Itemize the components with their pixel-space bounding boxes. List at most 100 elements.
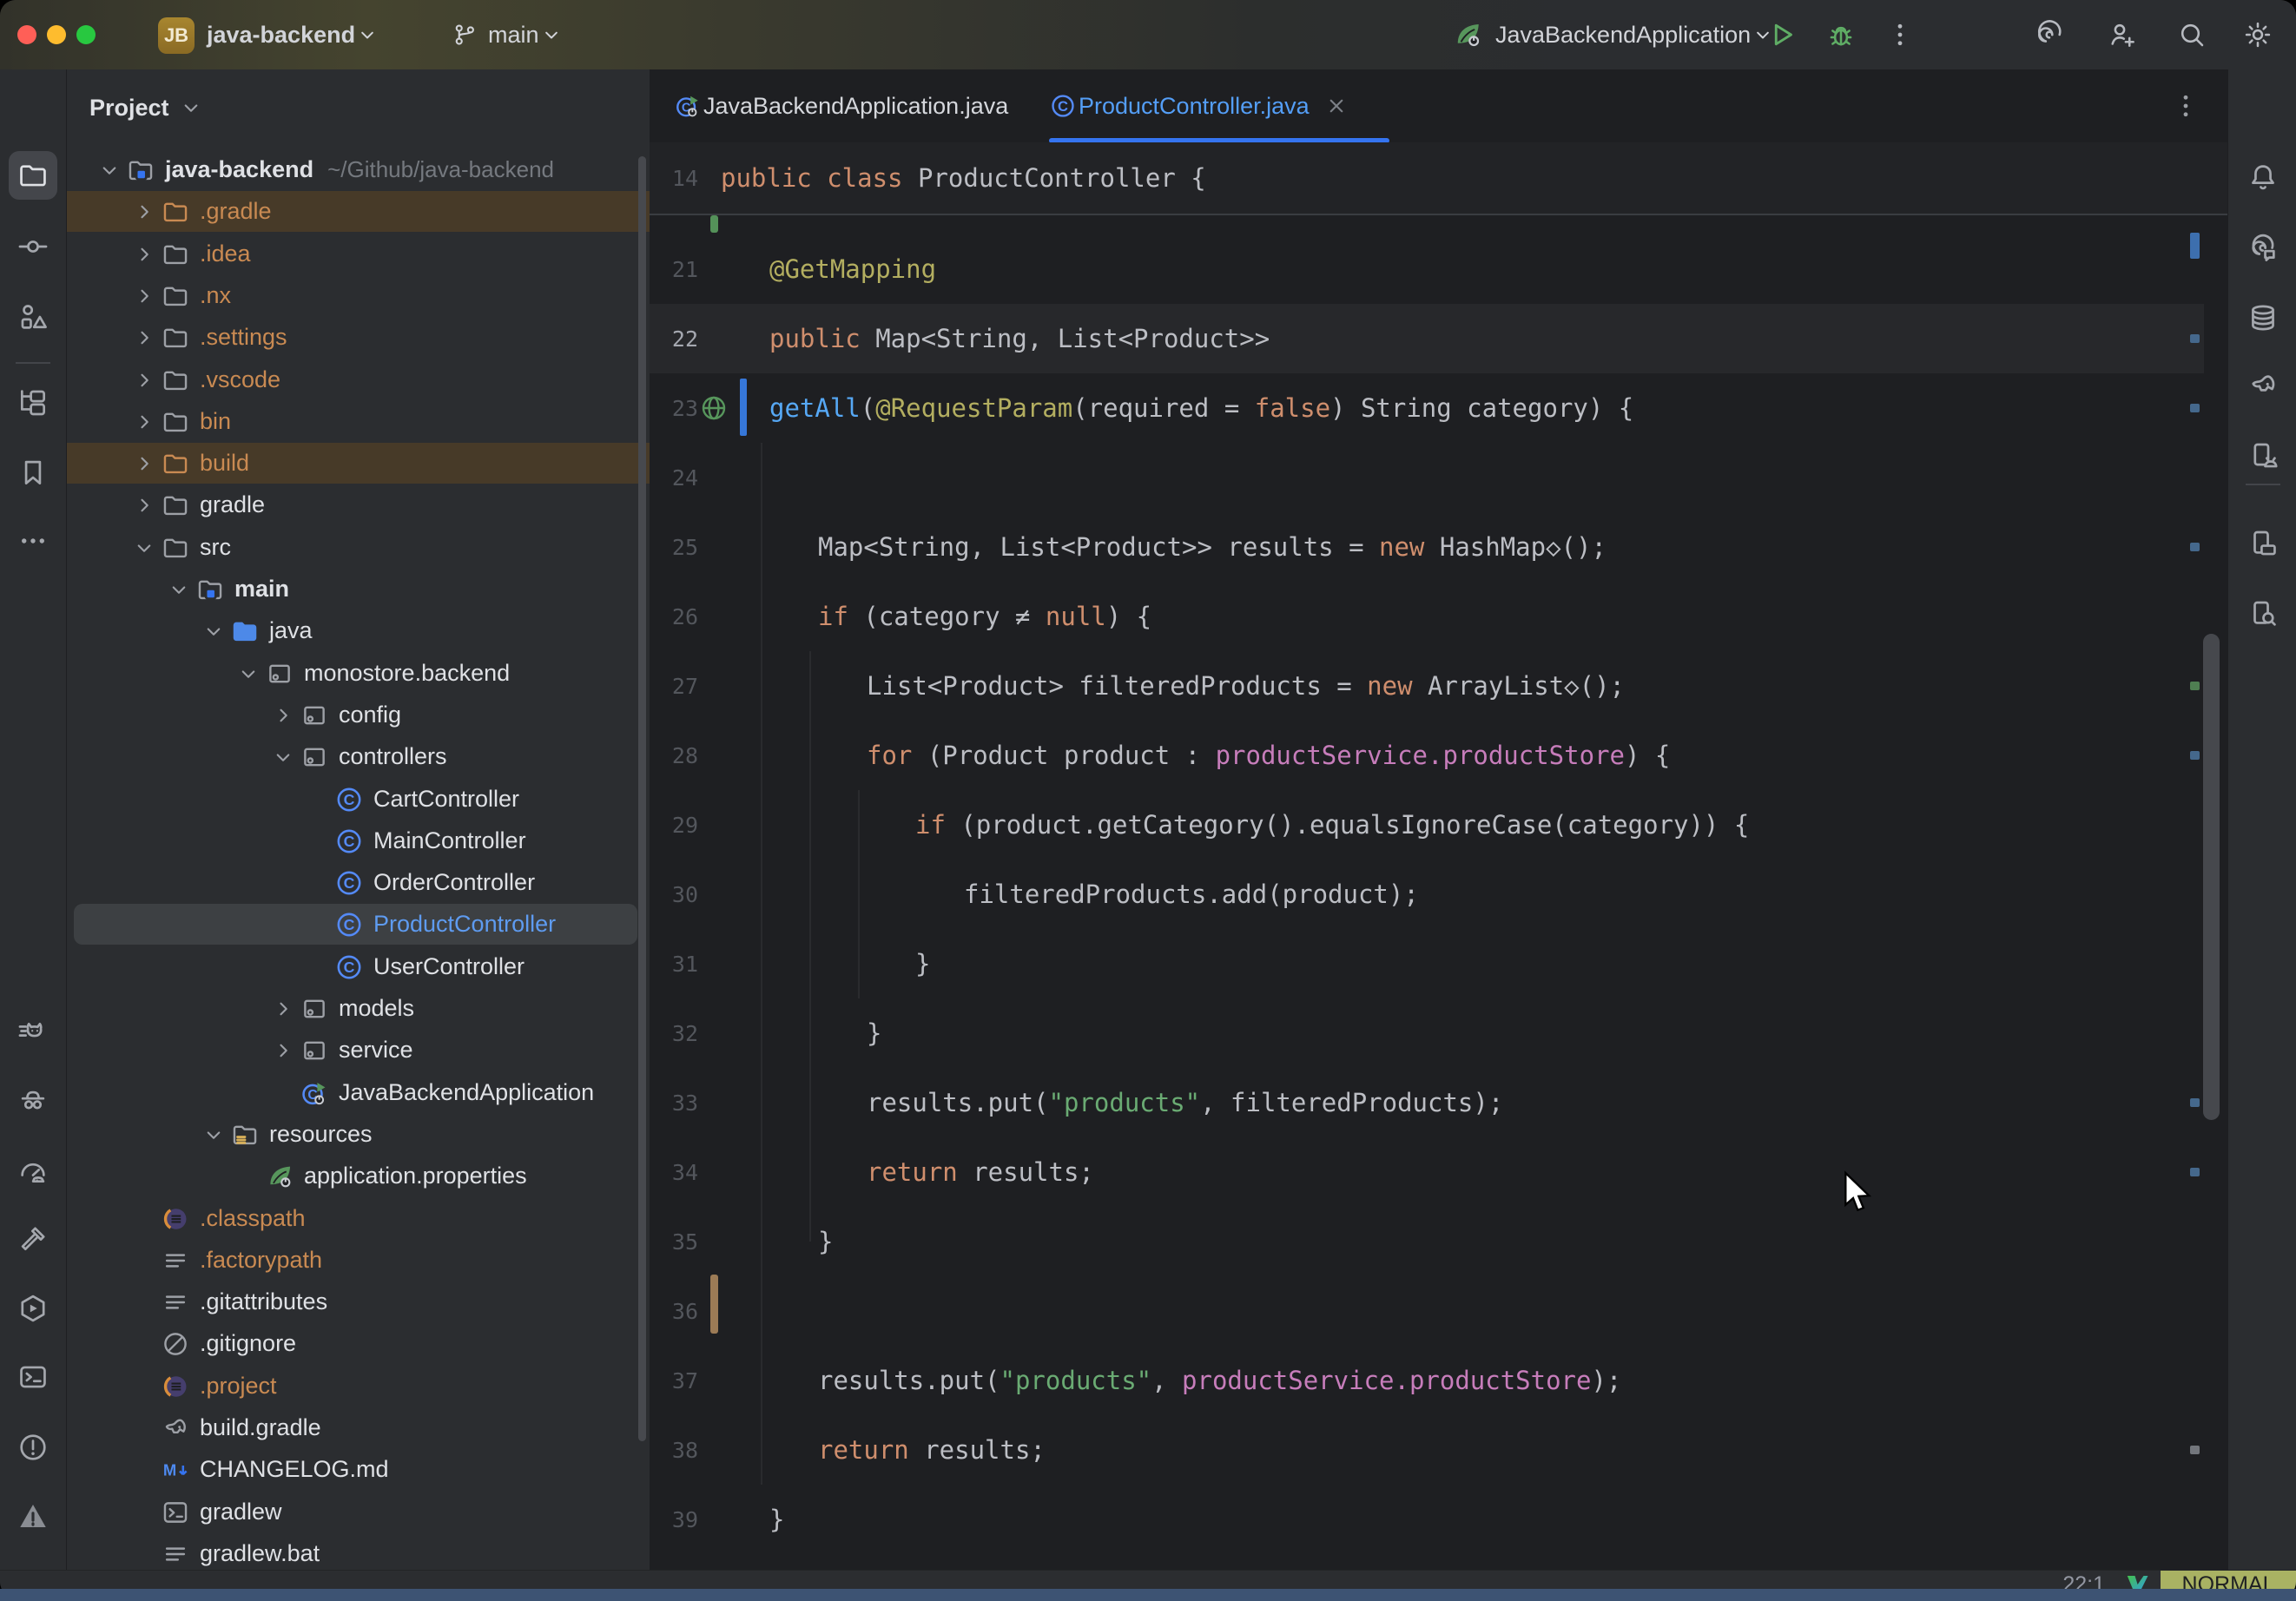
- tool-window-button-database[interactable]: [2239, 293, 2287, 342]
- tree-item[interactable]: build.gradle: [67, 1407, 650, 1448]
- tool-window-button-ai-assistant-chat[interactable]: [2239, 224, 2287, 273]
- tree-item[interactable]: .vscode: [67, 359, 650, 400]
- tree-expand-chevron[interactable]: [128, 281, 161, 311]
- rest-endpoint-icon[interactable]: [698, 392, 729, 424]
- tree-collapse-chevron[interactable]: [93, 155, 126, 185]
- tree-collapse-chevron[interactable]: [232, 659, 265, 688]
- tree-item[interactable]: src: [67, 527, 650, 568]
- project-tree-scrollbar[interactable]: [638, 156, 646, 1441]
- tree-item[interactable]: CUserController: [67, 946, 650, 987]
- tree-item[interactable]: .classpath: [67, 1198, 650, 1239]
- editor-tab[interactable]: CProductController.java: [1049, 69, 1389, 142]
- settings-gear-button[interactable]: [2242, 19, 2273, 50]
- tree-item[interactable]: .project: [67, 1366, 650, 1407]
- tree-expand-chevron[interactable]: [128, 491, 161, 520]
- tree-item[interactable]: build: [67, 443, 650, 484]
- close-window-button[interactable]: [17, 25, 36, 44]
- ai-assistant-button[interactable]: [2034, 19, 2065, 50]
- tool-window-button-structure[interactable]: [9, 293, 57, 341]
- tool-window-button-commit[interactable]: [9, 222, 57, 271]
- tree-item[interactable]: gradlew: [67, 1492, 650, 1532]
- tool-window-button-services-hexagon[interactable]: [9, 1284, 57, 1333]
- tree-item[interactable]: CProductController: [67, 904, 650, 945]
- tree-item[interactable]: resources: [67, 1114, 650, 1155]
- tree-item[interactable]: CJavaBackendApplication: [67, 1072, 650, 1113]
- tool-window-button-project-folder[interactable]: [9, 151, 57, 200]
- error-stripe-mark[interactable]: [2190, 404, 2200, 412]
- tree-item[interactable]: service: [67, 1030, 650, 1071]
- kebab-menu-button[interactable]: [1884, 19, 1916, 50]
- tree-item[interactable]: .settings: [67, 317, 650, 358]
- run-configuration-selector[interactable]: JavaBackendApplication: [1452, 0, 1775, 69]
- tree-item[interactable]: main: [67, 569, 650, 609]
- project-avatar[interactable]: JB: [158, 17, 195, 54]
- tree-item[interactable]: gradle: [67, 484, 650, 525]
- editor-scrollbar[interactable]: [2203, 634, 2220, 1120]
- zoom-window-button[interactable]: [76, 25, 96, 44]
- error-stripe-mark[interactable]: [2190, 1098, 2200, 1107]
- tool-window-button-warning-triangle[interactable]: [9, 1492, 57, 1540]
- error-stripe-mark[interactable]: [2190, 1168, 2200, 1176]
- tree-collapse-chevron[interactable]: [162, 575, 195, 604]
- error-stripe-mark[interactable]: [2190, 682, 2200, 690]
- tool-window-button-terminal[interactable]: [9, 1353, 57, 1401]
- tree-expand-chevron[interactable]: [128, 407, 161, 437]
- tree-item[interactable]: java: [67, 610, 650, 651]
- tree-expand-chevron[interactable]: [128, 366, 161, 395]
- minimize-window-button[interactable]: [47, 25, 66, 44]
- search-button[interactable]: [2176, 19, 2207, 50]
- tree-expand-chevron[interactable]: [267, 701, 300, 730]
- tool-window-button-build-hammer[interactable]: [9, 1215, 57, 1263]
- tree-item[interactable]: gradlew.bat: [67, 1533, 650, 1570]
- editor-options-kebab[interactable]: [2170, 90, 2201, 122]
- tree-item[interactable]: config: [67, 695, 650, 735]
- tool-window-button-more-ellipsis[interactable]: [9, 517, 57, 565]
- run-play-button[interactable]: [1766, 19, 1798, 50]
- error-stripe-mark[interactable]: [2190, 1446, 2200, 1454]
- tree-item[interactable]: java-backend~/Github/java-backend: [67, 149, 650, 190]
- tree-item[interactable]: CMainController: [67, 820, 650, 861]
- debug-bug-button[interactable]: [1825, 19, 1857, 50]
- tool-window-button-build-boxes[interactable]: [9, 379, 57, 427]
- tree-item[interactable]: monostore.backend: [67, 653, 650, 694]
- tree-expand-chevron[interactable]: [267, 1036, 300, 1065]
- branch-selector[interactable]: main: [452, 0, 564, 69]
- tree-expand-chevron[interactable]: [128, 323, 161, 352]
- tree-item[interactable]: application.properties: [67, 1156, 650, 1196]
- tree-item[interactable]: .idea: [67, 234, 650, 274]
- tree-item[interactable]: .nx: [67, 275, 650, 316]
- tree-collapse-chevron[interactable]: [197, 616, 230, 646]
- project-selector[interactable]: java-backend: [207, 0, 379, 69]
- tree-expand-chevron[interactable]: [128, 240, 161, 269]
- editor-tab[interactable]: CJavaBackendApplication.java: [674, 69, 1025, 142]
- add-user-button[interactable]: [2107, 19, 2138, 50]
- tool-window-button-running-devices[interactable]: [2239, 432, 2287, 480]
- tree-item[interactable]: .gradle: [67, 191, 650, 232]
- tree-item[interactable]: COrderController: [67, 862, 650, 903]
- tree-expand-chevron[interactable]: [267, 994, 300, 1024]
- tree-item[interactable]: .gitignore: [67, 1323, 650, 1364]
- tree-expand-chevron[interactable]: [128, 449, 161, 478]
- error-stripe-mark[interactable]: [2190, 751, 2200, 760]
- tool-window-button-gradle-elephant[interactable]: [2239, 361, 2287, 410]
- tool-window-button-problems[interactable]: [9, 1423, 57, 1472]
- tree-item[interactable]: MCHANGELOG.md: [67, 1449, 650, 1490]
- tree-item[interactable]: .gitattributes: [67, 1281, 650, 1322]
- tool-window-button-incognito[interactable]: [9, 1075, 57, 1123]
- tree-collapse-chevron[interactable]: [197, 1120, 230, 1150]
- tool-window-button-device-explorer[interactable]: [2239, 590, 2287, 638]
- tool-window-button-dashing-cat[interactable]: [9, 1007, 57, 1056]
- tree-collapse-chevron[interactable]: [267, 742, 300, 772]
- tool-window-button-profiler[interactable]: [9, 1146, 57, 1195]
- project-panel-header[interactable]: Project: [89, 85, 204, 130]
- tool-window-button-bookmarks[interactable]: [9, 448, 57, 497]
- tree-item[interactable]: models: [67, 988, 650, 1029]
- error-stripe-mark[interactable]: [2190, 543, 2200, 551]
- tree-item[interactable]: controllers: [67, 736, 650, 777]
- tree-expand-chevron[interactable]: [128, 197, 161, 227]
- tool-window-button-notifications-bell[interactable]: [2239, 153, 2287, 201]
- close-tab-icon[interactable]: [1323, 93, 1349, 119]
- tree-item[interactable]: CCartController: [67, 779, 650, 820]
- tree-collapse-chevron[interactable]: [128, 533, 161, 563]
- tool-window-button-device-manager[interactable]: [2239, 519, 2287, 568]
